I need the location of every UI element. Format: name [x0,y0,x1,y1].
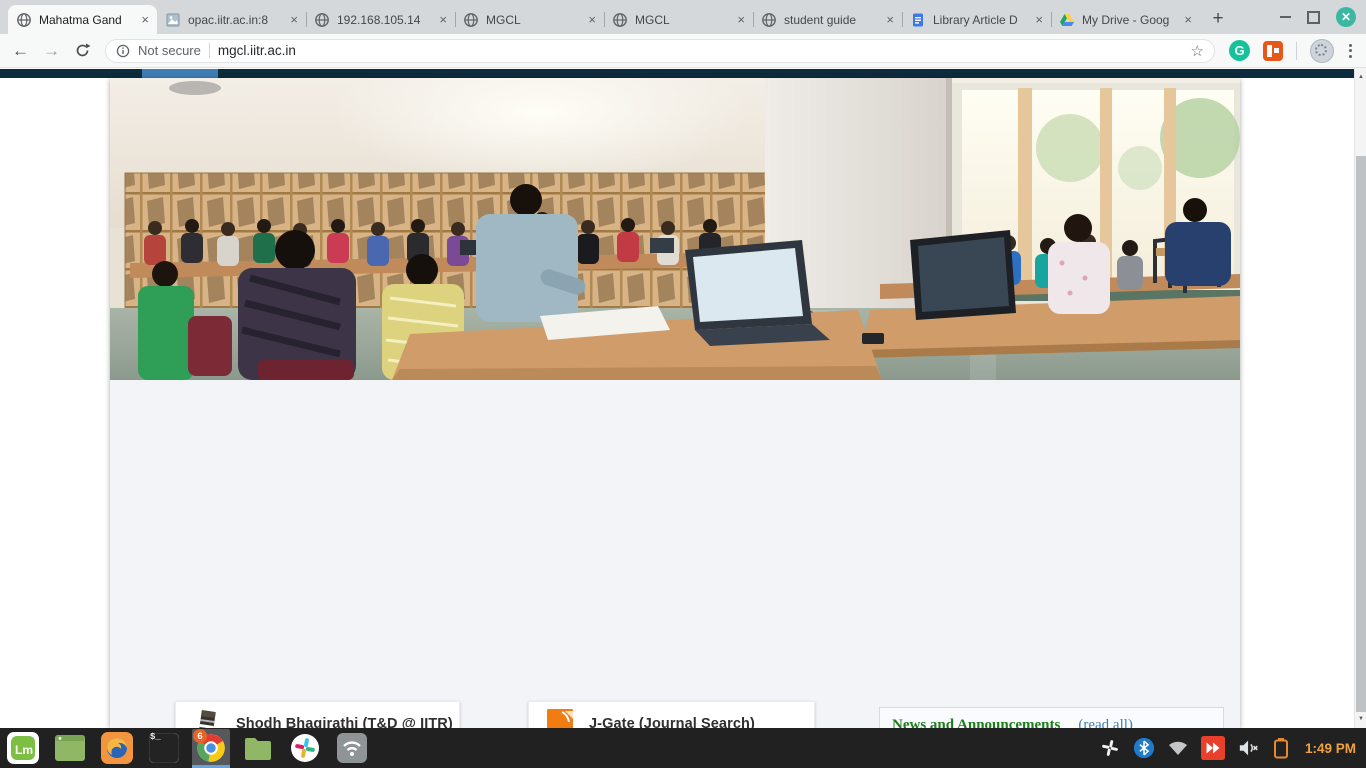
taskbar-left: Lm $_ 6 [4,729,371,767]
tab-library-article[interactable]: Library Article D × [902,5,1051,34]
divider [1296,42,1297,60]
folder-icon [243,736,273,760]
desktop-window-icon [55,735,85,761]
screen: Mahatma Gand × opac.iitr.ac.in:8 × 192.1… [0,0,1366,768]
firefox-launcher[interactable] [98,729,136,767]
tab-close-icon[interactable]: × [439,13,447,26]
globe-favicon-icon [612,12,628,28]
tab-title: 192.168.105.14 [337,13,432,27]
chrome-window-count-badge: 6 [193,729,207,743]
profile-avatar[interactable] [1310,39,1334,63]
slack-tray-icon[interactable] [1099,737,1121,759]
address-bar[interactable]: Not secure mgcl.iitr.ac.in ☆ [105,39,1215,63]
divider [209,43,210,58]
close-window-button[interactable]: ✕ [1336,7,1356,27]
tab-close-icon[interactable]: × [290,13,298,26]
extension-icon[interactable] [1263,41,1283,61]
globe-favicon-icon [761,12,777,28]
url-text[interactable]: mgcl.iitr.ac.in [218,43,1183,58]
volume-muted-icon[interactable] [1237,737,1261,759]
sync-tray-icon[interactable] [1201,736,1225,760]
minimize-button[interactable] [1280,16,1291,18]
page-scrollbar[interactable]: ▲ ▼ [1354,68,1366,728]
tab-title: student guide [784,13,879,27]
scrollbar-thumb[interactable] [1356,156,1366,712]
tab-title: Mahatma Gand [39,13,134,27]
site-container: Shodh Bhagirathi (T&D @ IITR) Bhagirathi… [110,78,1240,728]
browser-toolbar: ← → Not secure mgcl.iitr.ac.in ☆ G [0,34,1366,68]
library-hero-photo [110,78,1240,380]
tab-ip-address[interactable]: 192.168.105.14 × [306,5,455,34]
forward-button[interactable]: → [43,42,60,59]
globe-favicon-icon [463,12,479,28]
restore-button[interactable] [1307,11,1320,24]
globe-favicon-icon [16,12,32,28]
scrollbar-down-arrow[interactable]: ▼ [1355,716,1366,722]
tab-title: opac.iitr.ac.in:8 [188,13,283,27]
tab-title: Library Article D [933,13,1028,27]
new-tab-button[interactable]: + [1204,5,1232,33]
google-docs-favicon-icon [910,12,926,28]
tab-mgcl-1[interactable]: MGCL × [455,5,604,34]
content-section: Shodh Bhagirathi (T&D @ IITR) Bhagirathi… [110,380,1240,728]
tab-mahatma-gandhi[interactable]: Mahatma Gand × [8,5,157,34]
site-nav-active-item[interactable] [142,69,218,78]
svg-text:Lm: Lm [15,743,33,757]
wifi-app-icon [337,733,367,763]
wifi-tray-icon[interactable] [1167,739,1189,757]
system-tray: 1:49 PM [1099,736,1362,760]
info-icon[interactable] [116,44,130,58]
clock[interactable]: 1:49 PM [1305,741,1356,756]
tabs: Mahatma Gand × opac.iitr.ac.in:8 × 192.1… [0,0,1200,34]
site-nav-strip [0,69,1354,78]
tab-my-drive[interactable]: My Drive - Goog × [1051,5,1200,34]
reload-button[interactable] [74,42,91,59]
browser-tab-strip: Mahatma Gand × opac.iitr.ac.in:8 × 192.1… [0,0,1366,34]
tab-close-icon[interactable]: × [141,13,149,26]
mint-menu-button[interactable]: Lm [4,729,42,767]
tab-close-icon[interactable]: × [737,13,745,26]
bluetooth-icon[interactable] [1133,737,1155,759]
image-favicon-icon [165,12,181,28]
google-drive-favicon-icon [1059,12,1075,28]
tab-opac[interactable]: opac.iitr.ac.in:8 × [157,5,306,34]
security-label: Not secure [138,43,201,58]
battery-icon[interactable] [1273,737,1289,759]
mint-logo-icon: Lm [7,732,39,764]
firefox-icon [101,732,133,764]
scrollbar-up-arrow[interactable]: ▲ [1355,74,1366,80]
grammarly-extension-icon[interactable]: G [1229,40,1250,61]
slack-icon [290,733,320,763]
back-button[interactable]: ← [12,42,29,59]
library-photo-illustration [110,78,1240,380]
bookmark-star-icon[interactable]: ☆ [1191,42,1204,60]
tab-close-icon[interactable]: × [1184,13,1192,26]
terminal-prompt-text: $_ [150,732,161,742]
terminal-launcher[interactable]: $_ [145,729,183,767]
tab-close-icon[interactable]: × [1035,13,1043,26]
browser-menu-icon[interactable] [1347,42,1354,60]
tab-title: MGCL [486,13,581,27]
chrome-launcher-active[interactable]: 6 [192,729,230,767]
tab-title: My Drive - Goog [1082,13,1177,27]
network-tool-launcher[interactable] [333,729,371,767]
globe-favicon-icon [314,12,330,28]
tab-close-icon[interactable]: × [588,13,596,26]
show-desktop-button[interactable] [51,729,89,767]
taskbar: Lm $_ 6 [0,728,1366,768]
tab-title: MGCL [635,13,730,27]
tab-close-icon[interactable]: × [886,13,894,26]
tab-mgcl-2[interactable]: MGCL × [604,5,753,34]
window-controls: ✕ [1280,0,1356,34]
page-viewport: Shodh Bhagirathi (T&D @ IITR) Bhagirathi… [0,68,1366,728]
slack-launcher[interactable] [286,729,324,767]
tab-student-guide[interactable]: student guide × [753,5,902,34]
extensions-row: G [1229,39,1354,63]
files-launcher[interactable] [239,729,277,767]
